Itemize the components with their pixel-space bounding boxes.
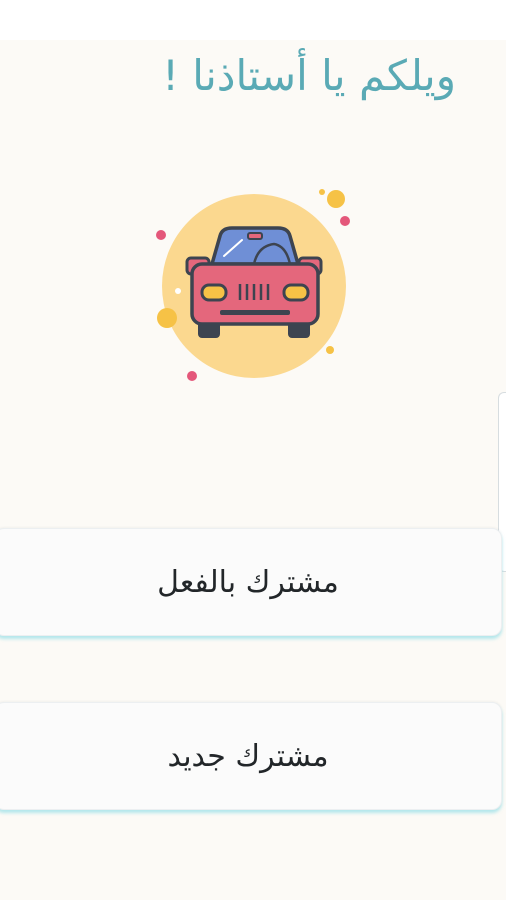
- existing-subscriber-button[interactable]: مشترك بالفعل: [0, 528, 502, 636]
- status-bar-area: [0, 0, 506, 40]
- car-icon: [150, 178, 360, 388]
- page-title: ويلكم يا أستاذنا !: [162, 51, 456, 100]
- new-subscriber-button[interactable]: مشترك جديد: [0, 702, 502, 810]
- existing-subscriber-label: مشترك بالفعل: [157, 564, 339, 600]
- welcome-screen: ويلكم يا أستاذنا ! مشترك بالفعل مشترك جد…: [0, 0, 506, 900]
- new-subscriber-label: مشترك جديد: [167, 738, 329, 774]
